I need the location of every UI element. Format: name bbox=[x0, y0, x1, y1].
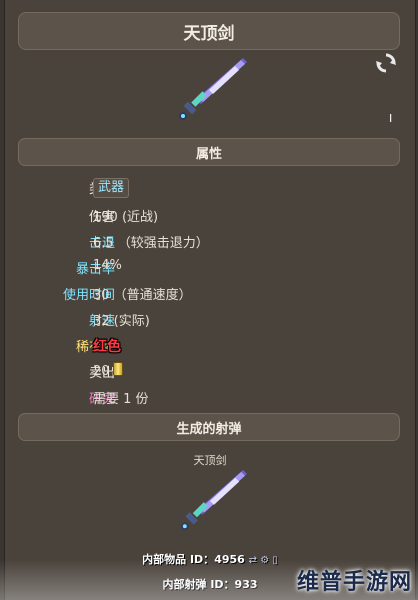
item-title-bar: 天顶剑 bbox=[18, 12, 400, 50]
sell-value: 20 bbox=[93, 364, 110, 379]
stat-row-knockback: 击退 6.5 （较强击退力） bbox=[5, 230, 415, 252]
attributes-label: 属性 bbox=[195, 146, 222, 162]
attributes-header: 属性 bbox=[18, 138, 400, 166]
stat-value: 30 （普通速度） bbox=[93, 288, 192, 303]
projectile-id-label: 内部射弹 ID： bbox=[162, 578, 235, 591]
stat-value: 6.5 （较强击退力） bbox=[93, 236, 209, 251]
item-title: 天顶剑 bbox=[183, 23, 235, 44]
stat-row-damage: 伤害 190 (近战) bbox=[5, 204, 415, 226]
stat-value: 32 (实际) bbox=[93, 314, 150, 329]
gold-coin-icon bbox=[112, 362, 123, 376]
zenith-sword-icon bbox=[179, 58, 247, 120]
item-id-label: 内部物品 ID： bbox=[142, 553, 215, 566]
item-flag-icons: ⇄ ⚙ ▯ bbox=[248, 555, 278, 566]
stat-value: 190 (近战) bbox=[93, 210, 159, 225]
zenith-projectile-icon bbox=[180, 469, 247, 531]
stat-row-research: 研究 需要 1 份 bbox=[5, 386, 415, 408]
stat-row-shoot-speed: 射速 32 (实际) bbox=[5, 308, 415, 330]
projectile-id-value: 933 bbox=[234, 578, 258, 591]
item-id-value: 4956 bbox=[214, 553, 245, 566]
projectile-name: 天顶剑 bbox=[193, 454, 227, 467]
stat-row-use-time: 使用时间 30 （普通速度） bbox=[5, 282, 415, 304]
stat-row-sell: 卖出 20 bbox=[5, 360, 415, 382]
corner-mark: I bbox=[389, 112, 393, 125]
projectiles-header: 生成的射弹 bbox=[18, 413, 400, 441]
stat-row-crit: 暴击率 14% bbox=[5, 256, 415, 278]
refresh-icon[interactable] bbox=[375, 52, 397, 74]
weapon-type-tag[interactable]: 武器 bbox=[93, 178, 130, 198]
research-value: 需要 1 份 bbox=[93, 392, 149, 407]
watermark: 维普手游网 bbox=[296, 570, 412, 595]
stat-row-type: 类型 武器 bbox=[5, 176, 415, 198]
rarity-value: 红色 bbox=[93, 339, 121, 355]
stat-value: 14% bbox=[93, 258, 122, 273]
item-info-panel: 天顶剑 I 属性 类型 武器 伤害 190 (近战) 击退 6.5 （较强击退力… bbox=[4, 0, 416, 600]
projectiles-label: 生成的射弹 bbox=[176, 421, 242, 437]
stat-row-rarity: 稀有度 红色 bbox=[5, 334, 415, 356]
